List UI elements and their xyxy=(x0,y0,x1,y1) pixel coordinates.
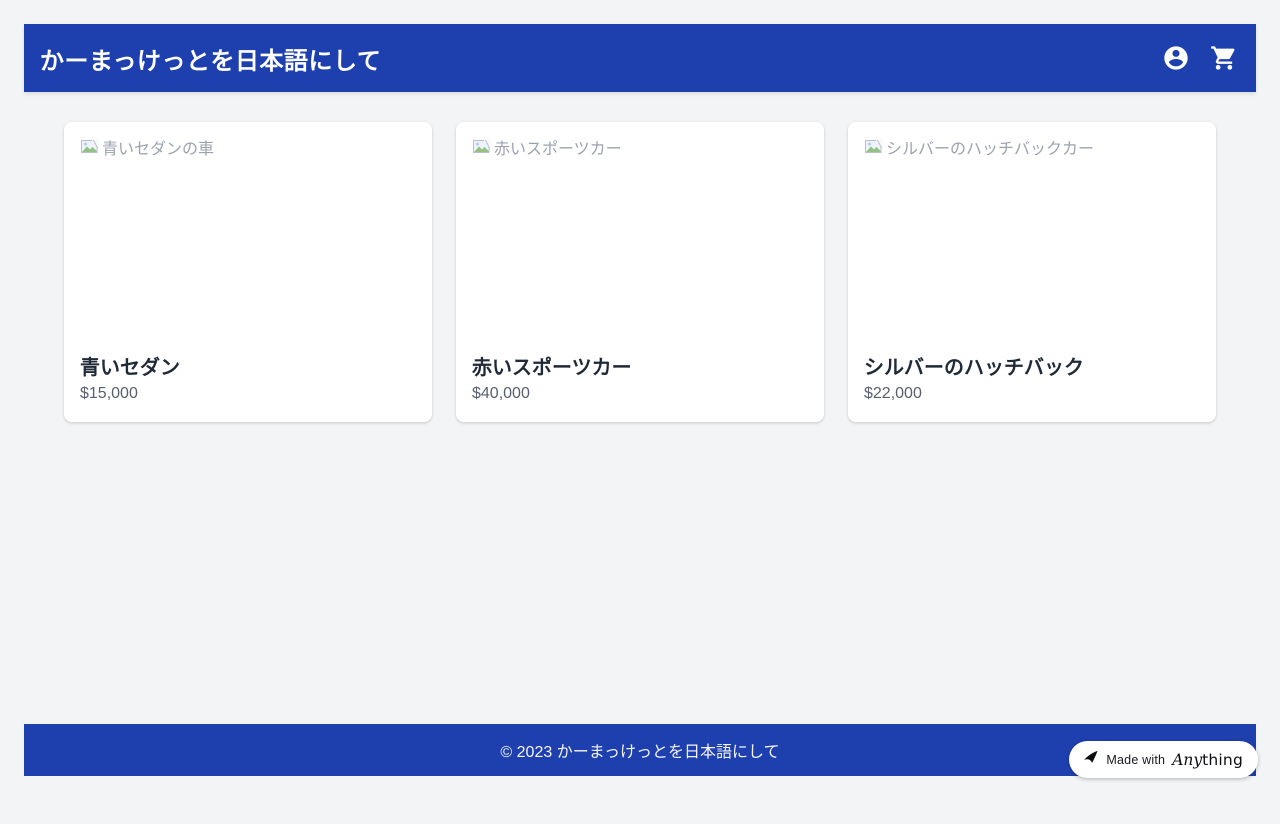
copyright-text: © 2023 かーまっけっとを日本語にして xyxy=(500,738,779,762)
broken-image-icon xyxy=(80,139,99,161)
product-name: シルバーのハッチバック xyxy=(864,354,1200,382)
product-name: 青いセダン xyxy=(80,354,416,382)
header-actions xyxy=(1162,44,1238,72)
shopping-cart-icon xyxy=(1210,44,1238,72)
product-card-red-sportscar[interactable]: 赤いスポーツカー 赤いスポーツカー $40,000 xyxy=(456,122,824,422)
broken-image-alt-line: 青いセダンの車 xyxy=(80,138,416,161)
account-circle-icon xyxy=(1162,44,1190,72)
app-container: かーまっけっとを日本語にして xyxy=(24,24,1256,776)
broken-image-alt-line: シルバーのハッチバックカー xyxy=(864,138,1200,161)
broken-image-icon xyxy=(864,139,883,161)
product-image-alt: 赤いスポーツカー xyxy=(494,140,622,160)
page-title: かーまっけっとを日本語にして xyxy=(40,41,381,76)
brand-thing: thing xyxy=(1202,751,1243,769)
product-name: 赤いスポーツカー xyxy=(472,354,808,382)
product-card-blue-sedan[interactable]: 青いセダンの車 青いセダン $15,000 xyxy=(64,122,432,422)
product-grid: 青いセダンの車 青いセダン $15,000 xyxy=(64,122,1216,422)
product-image-alt: 青いセダンの車 xyxy=(102,140,214,160)
brand-wordmark: Anything xyxy=(1172,751,1243,769)
product-card-silver-hatchback[interactable]: シルバーのハッチバックカー シルバーのハッチバック $22,000 xyxy=(848,122,1216,422)
product-price: $40,000 xyxy=(472,382,808,406)
cart-button[interactable] xyxy=(1210,44,1238,72)
broken-image-icon xyxy=(472,139,491,161)
account-button[interactable] xyxy=(1162,44,1190,72)
brand-any: Any xyxy=(1172,751,1202,769)
product-image-broken: 赤いスポーツカー xyxy=(472,138,808,338)
made-with-label: Made with xyxy=(1106,753,1165,767)
made-with-badge[interactable]: Made with Anything xyxy=(1069,741,1258,778)
product-image-broken: 青いセダンの車 xyxy=(80,138,416,338)
anything-logo-icon xyxy=(1082,749,1099,771)
product-price: $15,000 xyxy=(80,382,416,406)
main-content: 青いセダンの車 青いセダン $15,000 xyxy=(24,92,1256,724)
product-image-alt: シルバーのハッチバックカー xyxy=(886,140,1094,160)
broken-image-alt-line: 赤いスポーツカー xyxy=(472,138,808,161)
product-price: $22,000 xyxy=(864,382,1200,406)
app-header: かーまっけっとを日本語にして xyxy=(24,24,1256,92)
product-image-broken: シルバーのハッチバックカー xyxy=(864,138,1200,338)
